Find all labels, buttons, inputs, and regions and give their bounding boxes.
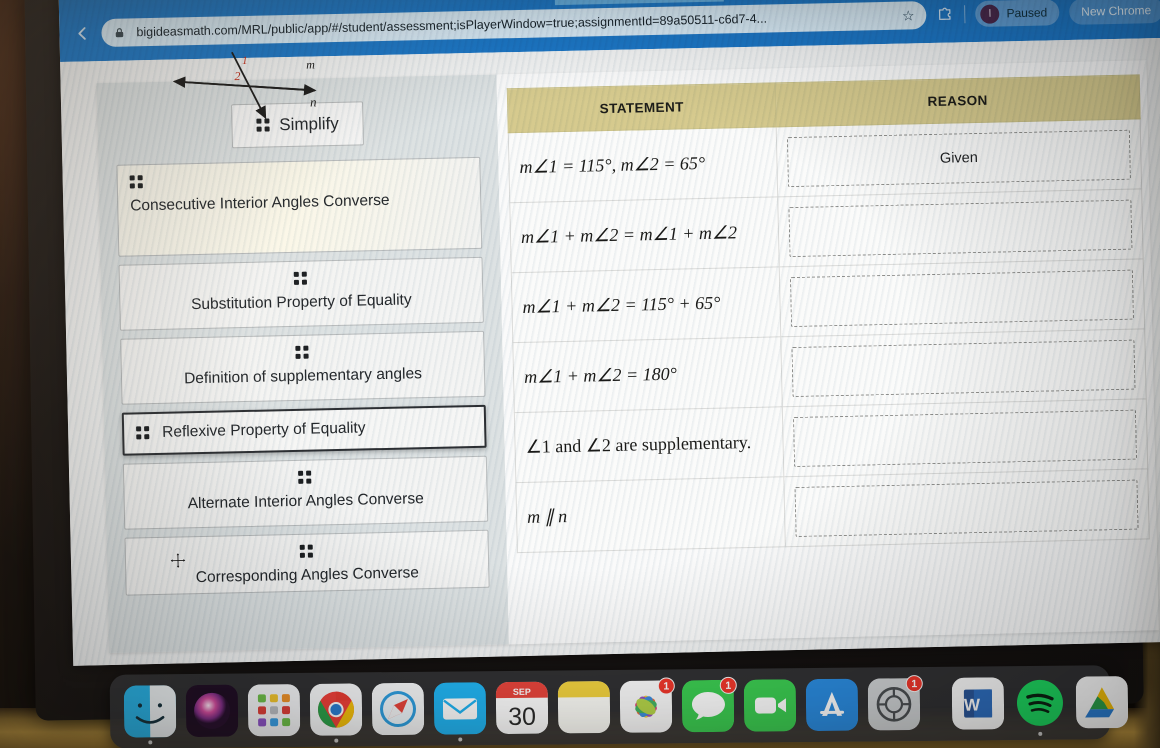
badge-count: 1 bbox=[905, 674, 923, 693]
dock-item-safari[interactable] bbox=[371, 682, 425, 736]
reason-cell: Given bbox=[776, 118, 1142, 197]
screen: Home | Schoology × B Assignment Player ×… bbox=[58, 0, 1160, 666]
dock-item-launchpad[interactable] bbox=[247, 684, 301, 737]
page-body: Simplify Consecutive Interior Angles Con… bbox=[60, 37, 1160, 666]
column-header-statement: STATEMENT bbox=[507, 82, 777, 133]
dock-item-mail[interactable] bbox=[433, 682, 487, 742]
drag-handle-icon[interactable] bbox=[295, 345, 309, 360]
statement-cell: ∠1 and ∠2 are supplementary. bbox=[514, 406, 784, 483]
angle-label-1: 1 bbox=[242, 55, 248, 67]
reason-dropzone[interactable] bbox=[791, 339, 1136, 397]
drag-handle-icon[interactable] bbox=[298, 470, 312, 484]
reason-dropzone[interactable]: Given bbox=[786, 129, 1131, 187]
statement-cell: m ∥ n bbox=[515, 476, 786, 553]
statement-cell: m∠1 = 115°, m∠2 = 65° bbox=[508, 126, 778, 203]
reason-card-alternate-interior-angles-converse[interactable]: Alternate Interior Angles Converse bbox=[122, 455, 489, 530]
reason-cell bbox=[782, 398, 1148, 477]
bookmark-star-icon[interactable]: ☆ bbox=[902, 7, 915, 24]
reason-dropzone[interactable] bbox=[793, 409, 1138, 467]
calendar-day-label: 30 bbox=[508, 703, 536, 731]
move-cursor-icon bbox=[169, 551, 187, 570]
reason-card-consecutive-interior-angles-converse[interactable]: Consecutive Interior Angles Converse bbox=[116, 156, 483, 257]
badge-count: 1 bbox=[657, 677, 675, 695]
url-text: bigideasmath.com/MRL/public/app/#/studen… bbox=[136, 11, 768, 40]
reason-cell bbox=[777, 188, 1144, 267]
reason-card-definition-of-supplementary-angles[interactable]: Definition of supplementary angles bbox=[120, 330, 486, 405]
reason-card-label: Alternate Interior Angles Converse bbox=[187, 489, 424, 513]
word-letter: W bbox=[964, 695, 981, 714]
reason-card-label: Substitution Property of Equality bbox=[190, 291, 412, 314]
toolbar-divider bbox=[964, 5, 966, 24]
dock-item-spotify[interactable] bbox=[1014, 677, 1066, 736]
statement-cell: m∠1 + m∠2 = 115° + 65° bbox=[511, 266, 781, 343]
dock-item-app-store[interactable] bbox=[805, 678, 859, 732]
reason-cell bbox=[779, 258, 1145, 337]
reason-card-substitution-property-of-equality[interactable]: Substitution Property of Equality bbox=[118, 256, 484, 331]
puzzle-icon[interactable] bbox=[936, 5, 954, 23]
dock-item-siri[interactable] bbox=[185, 684, 239, 737]
avatar: I bbox=[980, 3, 1000, 24]
column-header-reason: REASON bbox=[775, 74, 1141, 127]
profile-label: Paused bbox=[1006, 5, 1048, 21]
reason-dropzone[interactable] bbox=[789, 269, 1134, 327]
tab-title: Home | Schoology bbox=[421, 0, 519, 1]
dock-item-notes[interactable] bbox=[557, 681, 611, 734]
drag-handle-icon[interactable] bbox=[299, 544, 314, 558]
calendar-month-label: SEP bbox=[513, 687, 531, 697]
running-indicator bbox=[458, 737, 463, 742]
angle-label-2: 2 bbox=[234, 69, 240, 83]
reason-card-label: Consecutive Interior Angles Converse bbox=[130, 191, 390, 215]
dock-item-system-preferences[interactable]: 1 bbox=[867, 674, 923, 731]
drag-handle-icon[interactable] bbox=[129, 175, 144, 189]
statement-cell: m∠1 + m∠2 = m∠1 + m∠2 bbox=[509, 196, 780, 273]
badge-count: 1 bbox=[719, 676, 737, 694]
geometry-figure: 1 2 m n bbox=[164, 48, 356, 124]
proof-panel: STATEMENT REASON m∠1 = 115°, m∠2 = 65° G… bbox=[496, 60, 1159, 645]
reason-cell bbox=[780, 328, 1147, 407]
schoology-icon bbox=[401, 0, 414, 1]
dock-item-messages[interactable]: 1 bbox=[681, 676, 737, 733]
dock-item-microsoft-word[interactable]: W bbox=[951, 677, 1005, 730]
proof-table: STATEMENT REASON m∠1 = 115°, m∠2 = 65° G… bbox=[507, 74, 1150, 553]
running-indicator bbox=[1038, 731, 1043, 736]
dock-item-photos[interactable]: 1 bbox=[619, 677, 675, 733]
macos-dock: SEP 30 1 1 1 W bbox=[109, 665, 1145, 748]
reason-card-label: Definition of supplementary angles bbox=[183, 365, 423, 388]
reason-dropzone[interactable] bbox=[788, 199, 1133, 257]
dock-item-google-drive[interactable] bbox=[1075, 676, 1129, 729]
reason-cell bbox=[783, 468, 1150, 547]
address-bar[interactable]: bigideasmath.com/MRL/public/app/#/studen… bbox=[101, 1, 927, 48]
table-row: m ∥ n bbox=[515, 468, 1150, 553]
back-icon[interactable] bbox=[73, 24, 91, 42]
reason-card-label: Reflexive Property of Equality bbox=[162, 419, 366, 441]
reason-card-bank: Simplify Consecutive Interior Angles Con… bbox=[96, 74, 509, 654]
dock-item-chrome[interactable] bbox=[309, 683, 363, 743]
reason-card-label: Corresponding Angles Converse bbox=[195, 563, 420, 586]
line-label-n: n bbox=[310, 94, 317, 109]
dock-item-finder[interactable] bbox=[123, 685, 177, 745]
reason-card-reflexive-property-of-equality[interactable]: Reflexive Property of Equality bbox=[121, 404, 487, 456]
drag-handle-icon[interactable] bbox=[293, 271, 308, 286]
dock-item-facetime[interactable] bbox=[743, 679, 797, 732]
line-label-m: m bbox=[306, 57, 315, 71]
reason-dropzone[interactable] bbox=[794, 479, 1139, 537]
lock-icon bbox=[113, 26, 127, 40]
photo-of-monitor: Home | Schoology × B Assignment Player ×… bbox=[0, 0, 1160, 748]
statement-cell: m∠1 + m∠2 = 180° bbox=[512, 336, 783, 413]
new-chrome-button[interactable]: New Chrome bbox=[1068, 0, 1160, 25]
drag-handle-icon[interactable] bbox=[136, 426, 150, 440]
assessment-activity: Simplify Consecutive Interior Angles Con… bbox=[96, 60, 1159, 654]
running-indicator bbox=[334, 738, 339, 743]
running-indicator bbox=[148, 740, 153, 745]
dock-item-calendar[interactable]: SEP 30 bbox=[495, 681, 549, 734]
profile-button[interactable]: I Paused bbox=[975, 0, 1060, 27]
